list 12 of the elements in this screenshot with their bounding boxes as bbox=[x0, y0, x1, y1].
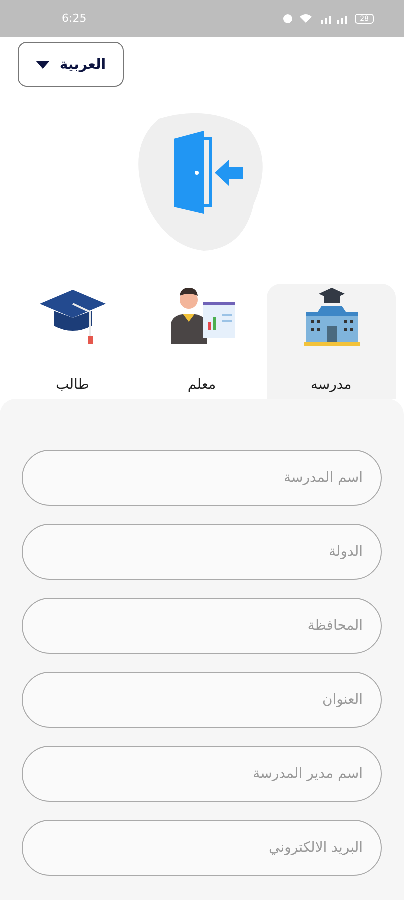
caret-icon bbox=[36, 60, 50, 68]
input-field[interactable]: المحافظة bbox=[22, 598, 382, 654]
signal-icon bbox=[319, 14, 350, 24]
input-field[interactable]: البريد الالكتروني bbox=[22, 820, 382, 876]
input-field[interactable]: اسم مدير المدرسة bbox=[22, 746, 382, 802]
language-dropdown[interactable]: العربية bbox=[18, 42, 124, 87]
role-tab[interactable]: مدرسه bbox=[266, 284, 396, 399]
input-field[interactable]: اسم المدرسة bbox=[22, 450, 382, 506]
wifi-icon bbox=[299, 13, 314, 24]
input-field[interactable]: العنوان bbox=[22, 672, 382, 728]
input-field[interactable]: الدولة bbox=[22, 524, 382, 580]
status-time: 6:25 bbox=[62, 12, 87, 25]
